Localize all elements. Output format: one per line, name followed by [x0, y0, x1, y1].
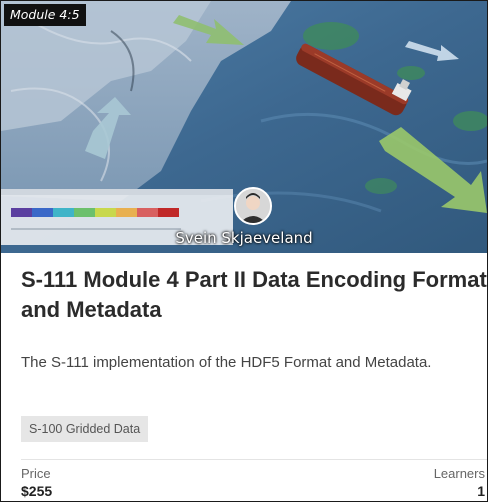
learners-value: 1: [477, 483, 485, 499]
legend-swatch: [116, 208, 137, 217]
legend-swatch: [158, 208, 179, 217]
category-tag[interactable]: S-100 Gridded Data: [21, 416, 149, 442]
legend-swatch: [32, 208, 53, 217]
legend-swatch: [53, 208, 74, 217]
legend-swatch: [11, 208, 32, 217]
course-thumbnail[interactable]: Module 4:5 Svein Skjaeveland: [1, 1, 487, 253]
price-label: Price: [21, 466, 51, 481]
legend-swatch: [95, 208, 116, 217]
course-card[interactable]: Module 4:5 Svein Skjaeveland S-111 Modul…: [0, 0, 488, 502]
instructor-name: Svein Skjaeveland: [175, 229, 313, 247]
instructor-avatar: [234, 187, 272, 225]
person-icon: [236, 189, 270, 223]
price-value: $255: [21, 483, 53, 499]
module-badge: Module 4:5: [4, 4, 86, 26]
course-description: The S-111 implementation of the HDF5 For…: [21, 354, 432, 371]
learners-label: Learners: [433, 466, 485, 481]
legend-swatch: [137, 208, 158, 217]
divider: [21, 459, 487, 460]
course-title[interactable]: S-111 Module 4 Part II Data Encoding For…: [21, 265, 487, 325]
legend-swatch: [74, 208, 95, 217]
